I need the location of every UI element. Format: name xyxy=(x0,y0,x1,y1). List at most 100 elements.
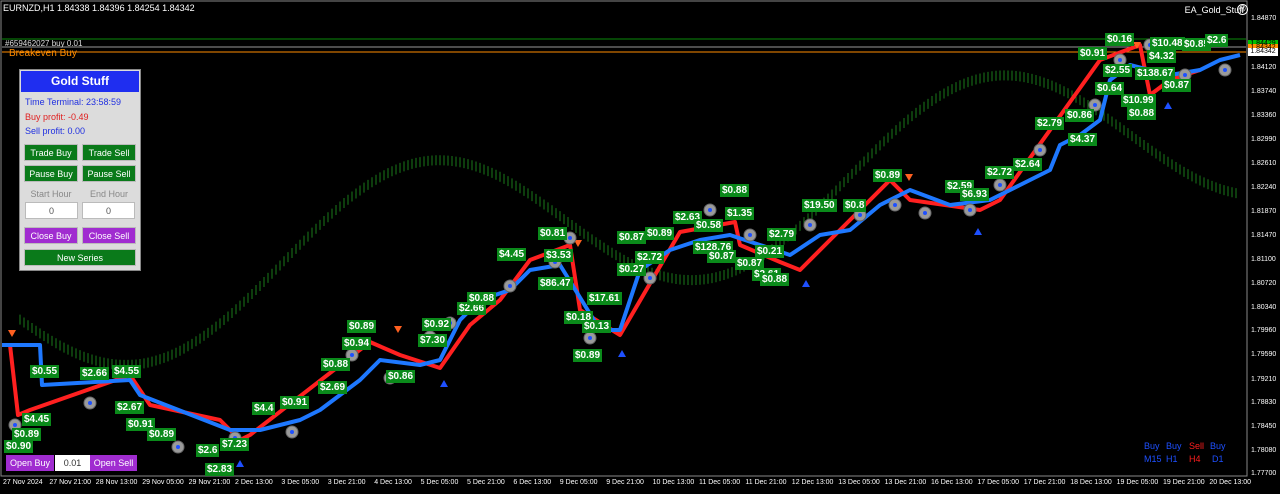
profit-flag: $4.45 xyxy=(22,413,52,426)
pause-sell-button[interactable]: Pause Sell xyxy=(82,165,136,182)
profit-flag: $0.8 xyxy=(843,199,867,212)
profit-flag: $2.55 xyxy=(1103,64,1133,77)
order-marker-dot-icon xyxy=(1093,103,1097,107)
profit-flag: $0.13 xyxy=(582,320,612,333)
buy-arrow-icon xyxy=(1164,102,1172,109)
time-tick: 11 Dec 21:00 xyxy=(745,479,787,486)
time-tick: 13 Dec 21:00 xyxy=(884,479,927,486)
profit-flag: $2.66 xyxy=(80,367,110,380)
order-marker-dot-icon xyxy=(968,208,972,212)
new-series-button[interactable]: New Series xyxy=(24,249,136,266)
profit-flag: $0.89 xyxy=(147,428,177,441)
profit-flag: $10.99 xyxy=(1121,94,1156,107)
time-tick: 5 Dec 21:00 xyxy=(467,479,505,486)
end-hour-input[interactable]: 0 xyxy=(82,202,135,219)
profit-flag: $86.47 xyxy=(538,277,573,290)
time-tick: 4 Dec 13:00 xyxy=(374,479,412,486)
expert-smiley-icon: ☺ xyxy=(1237,4,1248,15)
price-tick: 1.80340 xyxy=(1251,304,1277,311)
profit-flag: $2.79 xyxy=(767,228,797,241)
profit-flag: $2.79 xyxy=(1035,117,1065,130)
price-tick: 1.79590 xyxy=(1251,351,1277,358)
profit-flag: $2.67 xyxy=(115,401,145,414)
profit-flag: $4.32 xyxy=(1147,50,1177,63)
time-tick: 13 Dec 05:00 xyxy=(838,479,880,486)
price-tag-bid: 1.84342 xyxy=(1248,48,1278,56)
profit-flag: $4.55 xyxy=(112,365,142,378)
expert-name[interactable]: EA_Gold_Stuff xyxy=(1185,5,1244,15)
trade-buy-button[interactable]: Trade Buy xyxy=(24,144,78,161)
start-hour-label: Start Hour xyxy=(30,189,72,199)
order-marker-dot-icon xyxy=(748,233,752,237)
lot-size-input[interactable]: 0.01 xyxy=(55,455,90,471)
time-tick: 18 Dec 13:00 xyxy=(1070,479,1112,486)
order-marker-dot-icon xyxy=(998,183,1002,187)
profit-flag: $0.88 xyxy=(1127,107,1157,120)
gold-stuff-panel: Gold Stuff Time Terminal: 23:58:59 Buy p… xyxy=(19,69,141,271)
time-tick: 11 Dec 05:00 xyxy=(699,479,741,486)
profit-flag: $2.6 xyxy=(1205,34,1229,47)
profit-flag: $7.23 xyxy=(220,438,250,451)
order-marker-dot-icon xyxy=(588,336,592,340)
profit-flag: $19.50 xyxy=(802,199,837,212)
order-marker-dot-icon xyxy=(290,430,294,434)
profit-flag: $0.81 xyxy=(538,227,568,240)
profit-flag: $0.88 xyxy=(760,273,790,286)
profit-flag: $0.89 xyxy=(645,227,675,240)
price-tick: 1.84870 xyxy=(1251,15,1277,22)
end-hour-label: End Hour xyxy=(89,189,129,199)
open-sell-button[interactable]: Open Sell xyxy=(90,455,137,471)
profit-flag: $0.86 xyxy=(386,370,416,383)
time-tick: 16 Dec 13:00 xyxy=(931,479,973,486)
breakeven-label: Breakeven Buy xyxy=(9,48,77,59)
price-tick: 1.79210 xyxy=(1251,376,1277,383)
buy-arrow-icon xyxy=(802,280,810,287)
profit-flag: $7.30 xyxy=(418,334,448,347)
sell-arrow-icon xyxy=(394,326,402,333)
profit-flag: $0.89 xyxy=(873,169,903,182)
profit-flag: $4.37 xyxy=(1068,133,1098,146)
price-tick: 1.78830 xyxy=(1251,399,1277,406)
profit-flag: $6.93 xyxy=(960,188,990,201)
price-tick: 1.81100 xyxy=(1251,256,1276,263)
tf-row1-h4: Sell xyxy=(1189,441,1205,451)
order-marker-dot-icon xyxy=(708,208,712,212)
trade-sell-button[interactable]: Trade Sell xyxy=(82,144,136,161)
price-chart[interactable] xyxy=(0,0,1280,494)
profit-flag: $0.86 xyxy=(1065,109,1095,122)
sell-profit: Sell profit: 0.00 xyxy=(25,126,86,136)
order-marker-dot-icon xyxy=(1118,58,1122,62)
profit-flag: $0.16 xyxy=(1105,33,1135,46)
profit-flag: $0.91 xyxy=(280,396,310,409)
buy-arrow-icon xyxy=(974,228,982,235)
time-tick: 27 Nov 2024 xyxy=(3,479,43,486)
profit-flag: $0.89 xyxy=(573,349,603,362)
price-tick: 1.83740 xyxy=(1251,88,1277,95)
profit-flag: $0.91 xyxy=(1078,47,1108,60)
profit-flag: $0.90 xyxy=(4,440,34,453)
order-marker-dot-icon xyxy=(1223,68,1227,72)
buy-order-label: #659462027 buy 0.01 xyxy=(5,39,83,48)
pause-buy-button[interactable]: Pause Buy xyxy=(24,165,78,182)
profit-flag: $0.87 xyxy=(707,250,737,263)
symbol-info: EURNZD,H1 1.84338 1.84396 1.84254 1.8434… xyxy=(3,3,195,13)
order-marker-dot-icon xyxy=(1038,148,1042,152)
close-buy-button[interactable]: Close Buy xyxy=(24,227,78,244)
profit-flag: $0.27 xyxy=(617,263,647,276)
profit-flag: $0.92 xyxy=(422,318,452,331)
profit-flag: $4.4 xyxy=(252,402,276,415)
open-buy-button[interactable]: Open Buy xyxy=(6,455,54,471)
tf-row1-h1: Buy xyxy=(1166,441,1182,451)
order-marker-dot-icon xyxy=(858,213,862,217)
time-tick: 9 Dec 05:00 xyxy=(559,479,598,486)
sell-line xyxy=(2,43,1201,442)
order-marker-dot-icon xyxy=(508,284,512,288)
order-marker-dot-icon xyxy=(808,223,812,227)
time-tick: 3 Dec 21:00 xyxy=(327,479,366,486)
profit-flag: $1.35 xyxy=(725,207,755,220)
time-tick: 5 Dec 05:00 xyxy=(420,479,459,486)
start-hour-input[interactable]: 0 xyxy=(25,202,78,219)
tf-row1-d1: Buy xyxy=(1210,441,1226,451)
order-marker-dot-icon xyxy=(923,211,927,215)
close-sell-button[interactable]: Close Sell xyxy=(82,227,136,244)
